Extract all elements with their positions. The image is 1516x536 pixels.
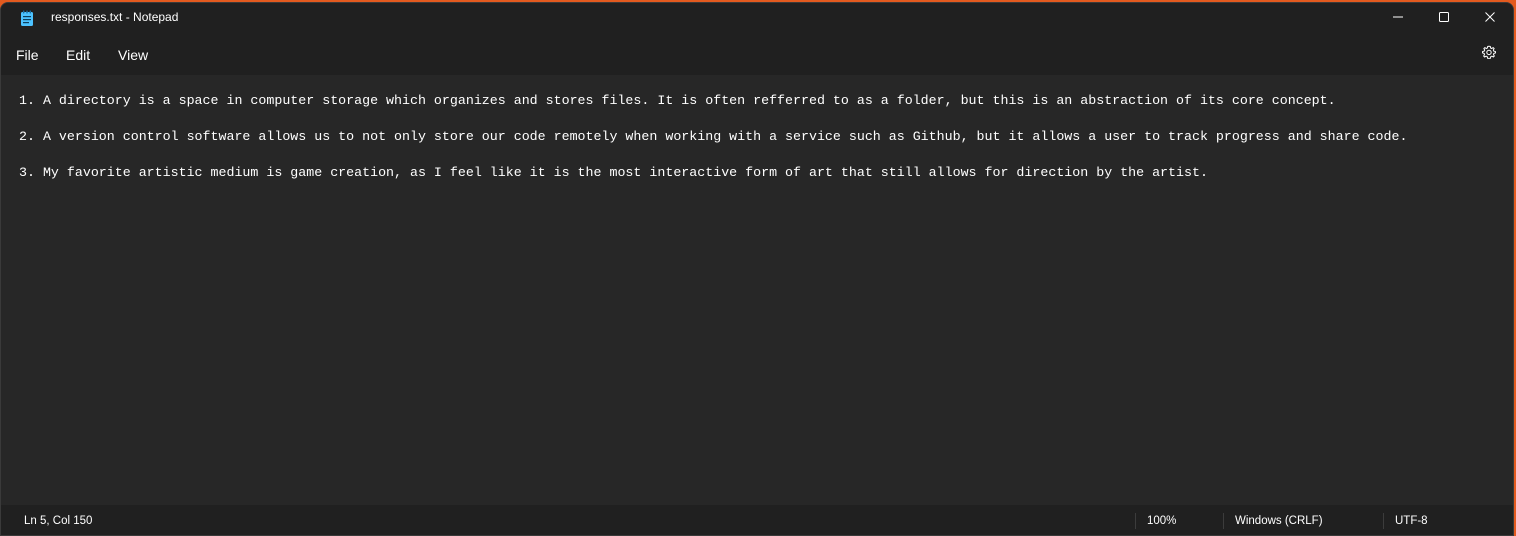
notepad-window: responses.txt - Notepad File Edit View 1… [0, 2, 1514, 536]
close-icon [1484, 10, 1496, 28]
editor-line: 1. A directory is a space in computer st… [19, 93, 1336, 108]
cursor-position: Ln 5, Col 150 [24, 515, 93, 527]
encoding[interactable]: UTF-8 [1395, 515, 1428, 527]
settings-button[interactable] [1477, 43, 1501, 67]
maximize-icon [1438, 10, 1450, 28]
notepad-icon [20, 10, 34, 27]
line-ending[interactable]: Windows (CRLF) [1235, 515, 1323, 527]
menu-file[interactable]: File [16, 45, 39, 65]
status-divider [1135, 513, 1136, 529]
gear-icon [1481, 45, 1497, 66]
close-button[interactable] [1467, 3, 1513, 35]
window-title: responses.txt - Notepad [51, 10, 179, 24]
menu-bar: File Edit View [1, 35, 1513, 75]
text-editor[interactable]: 1. A directory is a space in computer st… [1, 75, 1513, 505]
minimize-button[interactable] [1375, 3, 1421, 35]
menu-view[interactable]: View [118, 45, 148, 65]
zoom-level[interactable]: 100% [1147, 515, 1176, 527]
editor-line: 2. A version control software allows us … [19, 129, 1408, 144]
status-divider [1383, 513, 1384, 529]
editor-line: 3. My favorite artistic medium is game c… [19, 165, 1208, 180]
editor-content[interactable]: 1. A directory is a space in computer st… [19, 92, 1407, 182]
minimize-icon [1392, 10, 1404, 28]
menu-edit[interactable]: Edit [66, 45, 90, 65]
status-bar: Ln 5, Col 150 100% Windows (CRLF) UTF-8 [1, 505, 1513, 535]
status-divider [1223, 513, 1224, 529]
maximize-button[interactable] [1421, 3, 1467, 35]
title-bar[interactable]: responses.txt - Notepad [1, 3, 1513, 35]
